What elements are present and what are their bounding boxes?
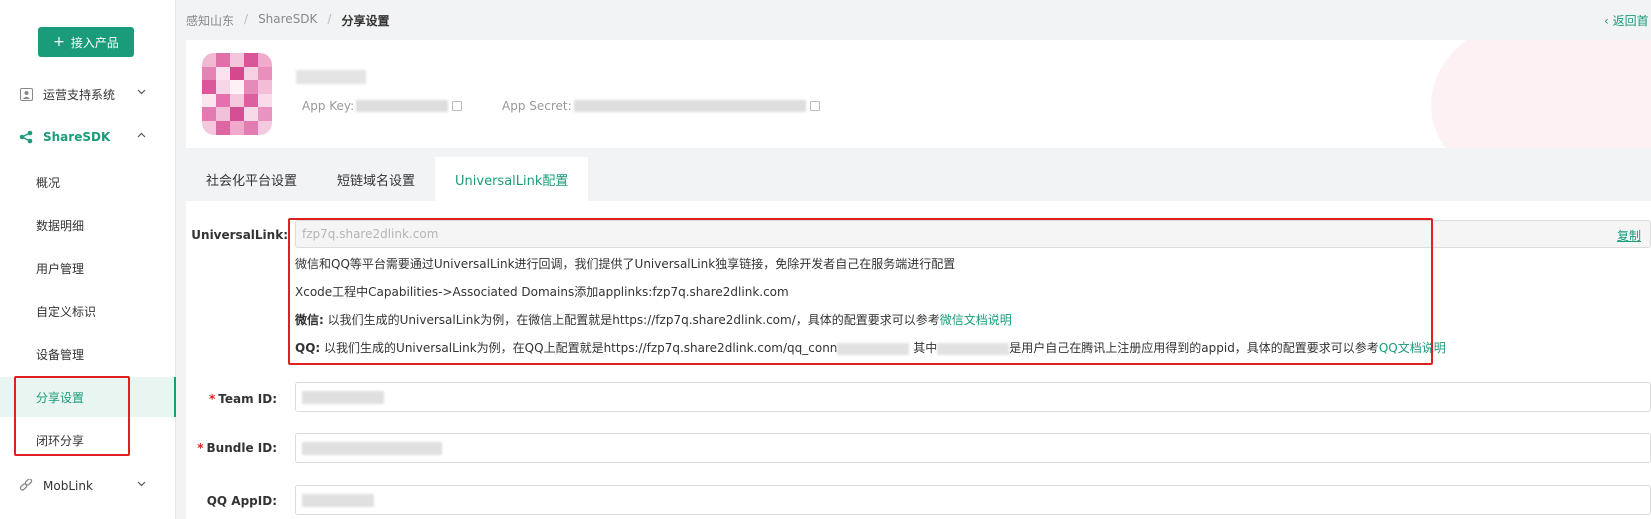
- breadcrumb-item[interactable]: ShareSDK: [258, 12, 317, 29]
- breadcrumb-separator: /: [327, 12, 332, 26]
- universal-link-label: UniversalLink:: [191, 228, 288, 242]
- sidebar-item-custom-tags[interactable]: 自定义标识: [0, 291, 176, 331]
- qq-appid-input[interactable]: [295, 485, 1651, 515]
- chevron-up-icon: [137, 130, 146, 141]
- share-icon: [19, 130, 33, 144]
- settings-tabs: 社会化平台设置 短链域名设置 UniversalLink配置: [186, 157, 1651, 201]
- team-id-label-text: Team ID:: [218, 392, 277, 406]
- nav-group-label: MobLink: [43, 479, 93, 493]
- bundle-id-label: * Bundle ID:: [188, 441, 277, 455]
- tab-short-link-domain[interactable]: 短链域名设置: [317, 157, 435, 201]
- chevron-down-icon: [137, 87, 146, 98]
- app-key: App Key:: [302, 99, 463, 113]
- required-mark: *: [208, 392, 216, 406]
- app-icon: [202, 53, 272, 135]
- person-card-icon: [19, 87, 33, 101]
- back-home-link[interactable]: ‹ 返回首: [1604, 12, 1649, 29]
- copy-icon[interactable]: [452, 101, 463, 111]
- tab-universal-link[interactable]: UniversalLink配置: [435, 157, 589, 201]
- nav-group-sharesdk[interactable]: ShareSDK: [0, 117, 176, 157]
- add-product-label: 接入产品: [70, 35, 119, 50]
- app-info-card: App Key: App Secret:: [186, 40, 1651, 148]
- sidebar-item-user-management[interactable]: 用户管理: [0, 248, 176, 288]
- breadcrumb: 感知山东 / ShareSDK / 分享设置: [186, 12, 389, 29]
- nav-group-label: ShareSDK: [43, 130, 111, 144]
- breadcrumb-current: 分享设置: [341, 14, 390, 28]
- sidebar-item-overview[interactable]: 概况: [0, 162, 176, 202]
- sidebar-item-label: 自定义标识: [36, 304, 97, 319]
- team-id-input[interactable]: [295, 382, 1651, 412]
- app-secret-redacted: [573, 100, 806, 112]
- required-mark: *: [197, 441, 204, 455]
- nav-group-label: 运营支持系统: [43, 87, 116, 102]
- chevron-down-icon: [137, 479, 146, 490]
- bundle-id-input[interactable]: [295, 433, 1651, 463]
- sidebar-item-label: 数据明细: [36, 218, 85, 233]
- highlight-box-sidebar: [14, 376, 130, 456]
- app-secret: App Secret:: [502, 99, 820, 113]
- link-icon: [19, 479, 33, 493]
- highlight-box-universal-link: [288, 218, 1433, 365]
- app-name-redacted: [296, 70, 366, 84]
- bundle-id-redacted: [302, 442, 442, 455]
- sidebar-item-label: 概况: [36, 175, 61, 190]
- tab-social-platform[interactable]: 社会化平台设置: [186, 157, 317, 201]
- qq-appid-label: QQ AppID:: [206, 494, 277, 508]
- copy-link[interactable]: 复制: [1617, 227, 1641, 244]
- sidebar-item-device-management[interactable]: 设备管理: [0, 334, 176, 374]
- app-secret-label: App Secret:: [502, 99, 572, 113]
- qq-appid-redacted: [302, 494, 374, 507]
- nav-group-ops[interactable]: 运营支持系统: [0, 74, 176, 114]
- sidebar-item-label: 设备管理: [36, 347, 85, 362]
- decorative-shape: [1431, 40, 1651, 148]
- app-key-label: App Key:: [302, 99, 355, 113]
- breadcrumb-separator: /: [244, 12, 249, 26]
- bundle-id-label-text: Bundle ID:: [206, 441, 277, 455]
- nav-group-moblink[interactable]: MobLink: [0, 466, 176, 506]
- add-product-button[interactable]: + 接入产品: [38, 27, 134, 57]
- team-id-label: * Team ID:: [188, 392, 277, 406]
- app-key-redacted: [356, 100, 449, 112]
- breadcrumb-item[interactable]: 感知山东: [186, 12, 234, 29]
- copy-icon[interactable]: [809, 101, 820, 111]
- plus-icon: +: [53, 34, 65, 50]
- sidebar-item-data-detail[interactable]: 数据明细: [0, 205, 176, 245]
- sidebar-item-label: 用户管理: [36, 261, 85, 276]
- team-id-redacted: [302, 391, 384, 404]
